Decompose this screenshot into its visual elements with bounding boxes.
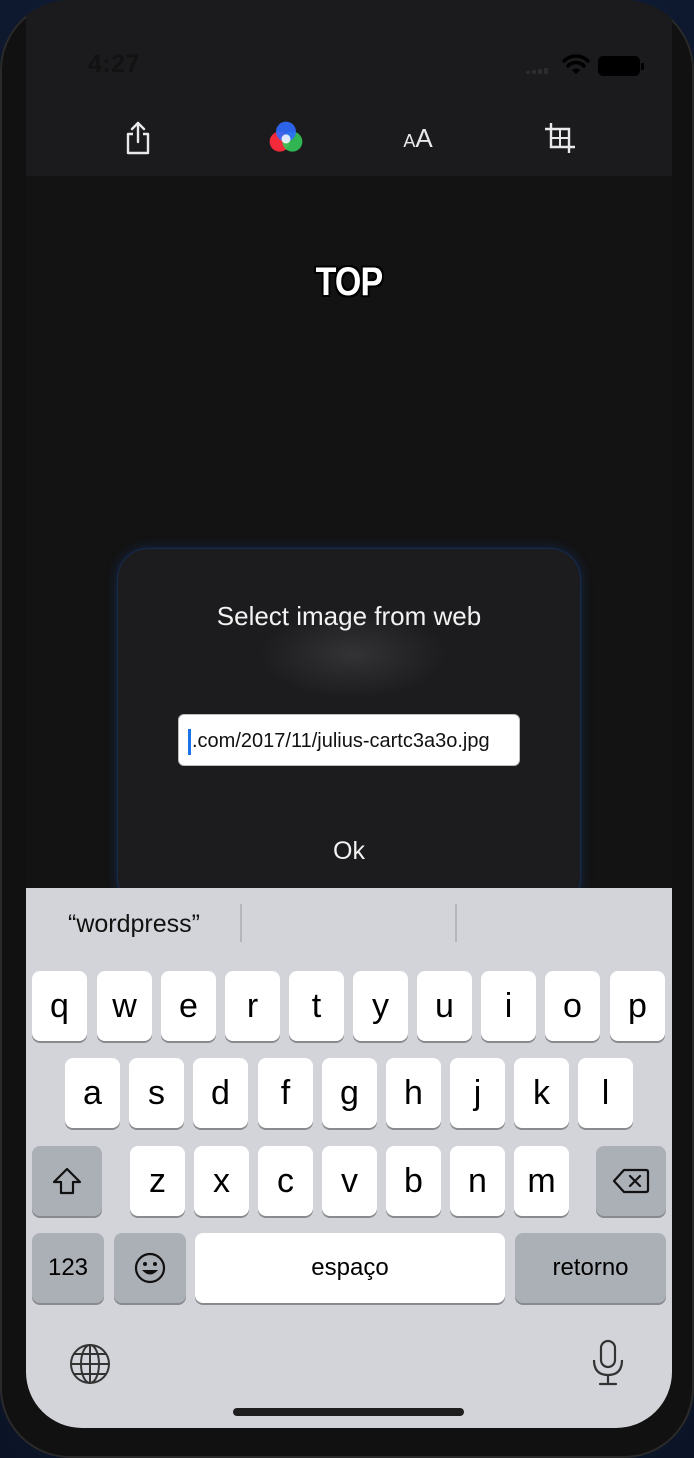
key-l[interactable]: l xyxy=(578,1058,633,1128)
emoji-icon xyxy=(134,1252,166,1284)
meme-canvas[interactable]: TOP Select image from web .com/2017/11/j… xyxy=(26,176,672,888)
key-g[interactable]: g xyxy=(322,1058,377,1128)
shift-icon xyxy=(52,1167,82,1195)
status-time: 4:27 xyxy=(88,50,141,78)
share-button[interactable] xyxy=(118,118,158,158)
globe-button[interactable] xyxy=(68,1342,112,1386)
cellular-signal-icon xyxy=(526,64,554,74)
key-c[interactable]: c xyxy=(258,1146,313,1216)
device-frame: 4:27 AA TOP Select image from web .com/2… xyxy=(0,0,694,1458)
key-u[interactable]: u xyxy=(417,971,472,1041)
editor-toolbar: AA xyxy=(26,100,672,176)
key-r[interactable]: r xyxy=(225,971,280,1041)
ok-button[interactable]: Ok xyxy=(299,837,399,877)
key-f[interactable]: f xyxy=(258,1058,313,1128)
suggestion-divider xyxy=(240,904,242,942)
key-z[interactable]: z xyxy=(130,1146,185,1216)
key-m[interactable]: m xyxy=(514,1146,569,1216)
suggestion-bar: “wordpress” xyxy=(26,888,672,968)
share-icon xyxy=(126,121,150,155)
image-url-value: .com/2017/11/julius-cartc3a3o.jpg xyxy=(192,730,490,752)
wifi-icon xyxy=(562,54,590,81)
key-w[interactable]: w xyxy=(97,971,152,1041)
key-i[interactable]: i xyxy=(481,971,536,1041)
suggestion-1[interactable]: “wordpress” xyxy=(48,902,220,946)
key-e[interactable]: e xyxy=(161,971,216,1041)
crop-button[interactable] xyxy=(540,118,580,158)
color-filter-icon xyxy=(269,121,303,152)
text-caret xyxy=(188,728,191,755)
key-p[interactable]: p xyxy=(610,971,665,1041)
app-screen: 4:27 AA TOP Select image from web .com/2… xyxy=(26,0,672,1428)
key-o[interactable]: o xyxy=(545,971,600,1041)
text-size-button[interactable]: AA xyxy=(398,118,438,158)
select-image-dialog: Select image from web .com/2017/11/juliu… xyxy=(118,549,580,888)
text-size-icon: AA xyxy=(403,123,433,153)
numbers-key[interactable]: 123 xyxy=(32,1233,104,1303)
home-indicator[interactable] xyxy=(233,1408,464,1416)
key-k[interactable]: k xyxy=(514,1058,569,1128)
key-v[interactable]: v xyxy=(322,1146,377,1216)
shift-key[interactable] xyxy=(32,1146,102,1216)
dialog-title: Select image from web xyxy=(216,601,482,631)
filters-button[interactable] xyxy=(266,118,306,158)
status-bar: 4:27 xyxy=(26,0,672,100)
key-y[interactable]: y xyxy=(353,971,408,1041)
delete-icon xyxy=(612,1168,650,1194)
key-d[interactable]: d xyxy=(193,1058,248,1128)
dictation-button[interactable] xyxy=(590,1338,626,1388)
battery-icon xyxy=(598,56,644,76)
on-screen-keyboard: “wordpress” q w e r t y u i o p a s d f … xyxy=(26,888,672,1428)
top-caption[interactable]: TOP xyxy=(74,260,623,305)
suggestion-divider xyxy=(455,904,457,942)
key-n[interactable]: n xyxy=(450,1146,505,1216)
return-key[interactable]: retorno xyxy=(515,1233,666,1303)
key-q[interactable]: q xyxy=(32,971,87,1041)
emoji-key[interactable] xyxy=(114,1233,186,1303)
key-b[interactable]: b xyxy=(386,1146,441,1216)
key-j[interactable]: j xyxy=(450,1058,505,1128)
image-url-input[interactable]: .com/2017/11/julius-cartc3a3o.jpg xyxy=(178,714,520,766)
key-s[interactable]: s xyxy=(129,1058,184,1128)
key-a[interactable]: a xyxy=(65,1058,120,1128)
space-key[interactable]: espaço xyxy=(195,1233,505,1303)
delete-key[interactable] xyxy=(596,1146,666,1216)
key-x[interactable]: x xyxy=(194,1146,249,1216)
suggestion-2[interactable] xyxy=(244,902,454,946)
suggestion-3[interactable] xyxy=(459,902,669,946)
globe-icon xyxy=(70,1344,110,1384)
key-h[interactable]: h xyxy=(386,1058,441,1128)
crop-icon xyxy=(545,123,575,153)
key-t[interactable]: t xyxy=(289,971,344,1041)
microphone-icon xyxy=(592,1339,624,1386)
